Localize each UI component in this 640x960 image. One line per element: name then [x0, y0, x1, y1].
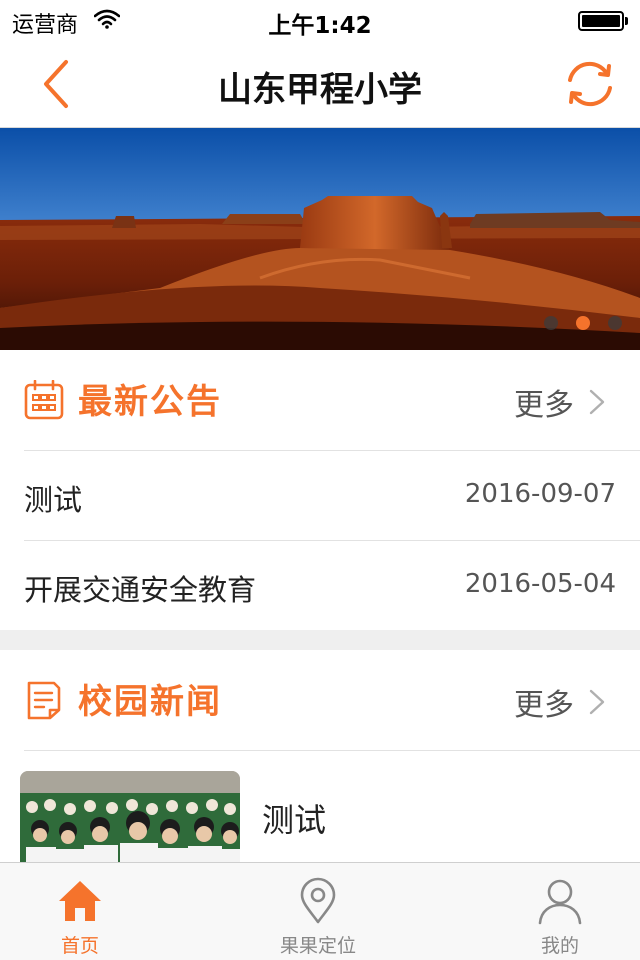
announcements-title: 最新公告	[78, 382, 222, 422]
news-item-title[interactable]: 测试	[262, 795, 326, 841]
tab-label[interactable]: 首页	[0, 931, 160, 958]
user-icon[interactable]	[536, 877, 584, 925]
battery-icon	[578, 11, 628, 31]
announcement-date: 2016-09-07	[464, 479, 616, 509]
announcements-more-link[interactable]: 更多	[514, 380, 606, 424]
carousel-dots[interactable]	[544, 316, 622, 330]
status-time: 上午1:42	[268, 13, 372, 39]
banner-carousel[interactable]	[0, 128, 640, 350]
calendar-icon	[24, 380, 64, 420]
refresh-icon[interactable]	[562, 58, 618, 110]
news-thumbnail[interactable]	[20, 771, 240, 862]
announcements-section: 最新公告 更多 测试 2016-09-07 开展交通安全教育 2016-05-0…	[0, 350, 640, 630]
announcements-header: 最新公告 更多	[0, 350, 640, 450]
nav-bar: 山东甲程小学	[0, 40, 640, 128]
news-section: 校园新闻 更多 测试	[0, 650, 640, 862]
carousel-dot[interactable]	[608, 316, 622, 330]
chevron-right-icon	[589, 389, 605, 415]
announcement-title[interactable]: 测试	[24, 477, 82, 519]
announcement-item[interactable]: 开展交通安全教育 2016-05-04	[24, 540, 640, 630]
carousel-dot-active[interactable]	[576, 316, 590, 330]
news-item[interactable]: 测试	[20, 750, 640, 862]
tab-home[interactable]: 首页	[0, 863, 160, 960]
home-icon[interactable]	[56, 877, 104, 925]
announcement-title[interactable]: 开展交通安全教育	[24, 567, 256, 609]
tab-location[interactable]: 果果定位	[238, 863, 398, 960]
tab-profile[interactable]: 我的	[480, 863, 640, 960]
news-thumbnail-image	[20, 771, 240, 862]
carousel-dot[interactable]	[544, 316, 558, 330]
page-title: 山东甲程小学	[218, 70, 422, 110]
status-bar: 运营商 上午1:42	[0, 0, 640, 40]
document-icon	[27, 681, 61, 720]
announcement-date: 2016-05-04	[464, 569, 616, 599]
tab-bar: 首页 果果定位 我的	[0, 862, 640, 960]
location-pin-icon[interactable]	[294, 877, 342, 925]
news-title: 校园新闻	[78, 682, 222, 722]
news-header: 校园新闻 更多	[0, 650, 640, 750]
chevron-right-icon	[589, 689, 605, 715]
tab-label[interactable]: 果果定位	[238, 931, 398, 958]
more-label[interactable]: 更多	[514, 380, 574, 424]
announcement-item[interactable]: 测试 2016-09-07	[24, 450, 640, 540]
tab-label[interactable]: 我的	[480, 931, 640, 958]
more-label[interactable]: 更多	[514, 680, 574, 724]
news-more-link[interactable]: 更多	[514, 680, 606, 724]
